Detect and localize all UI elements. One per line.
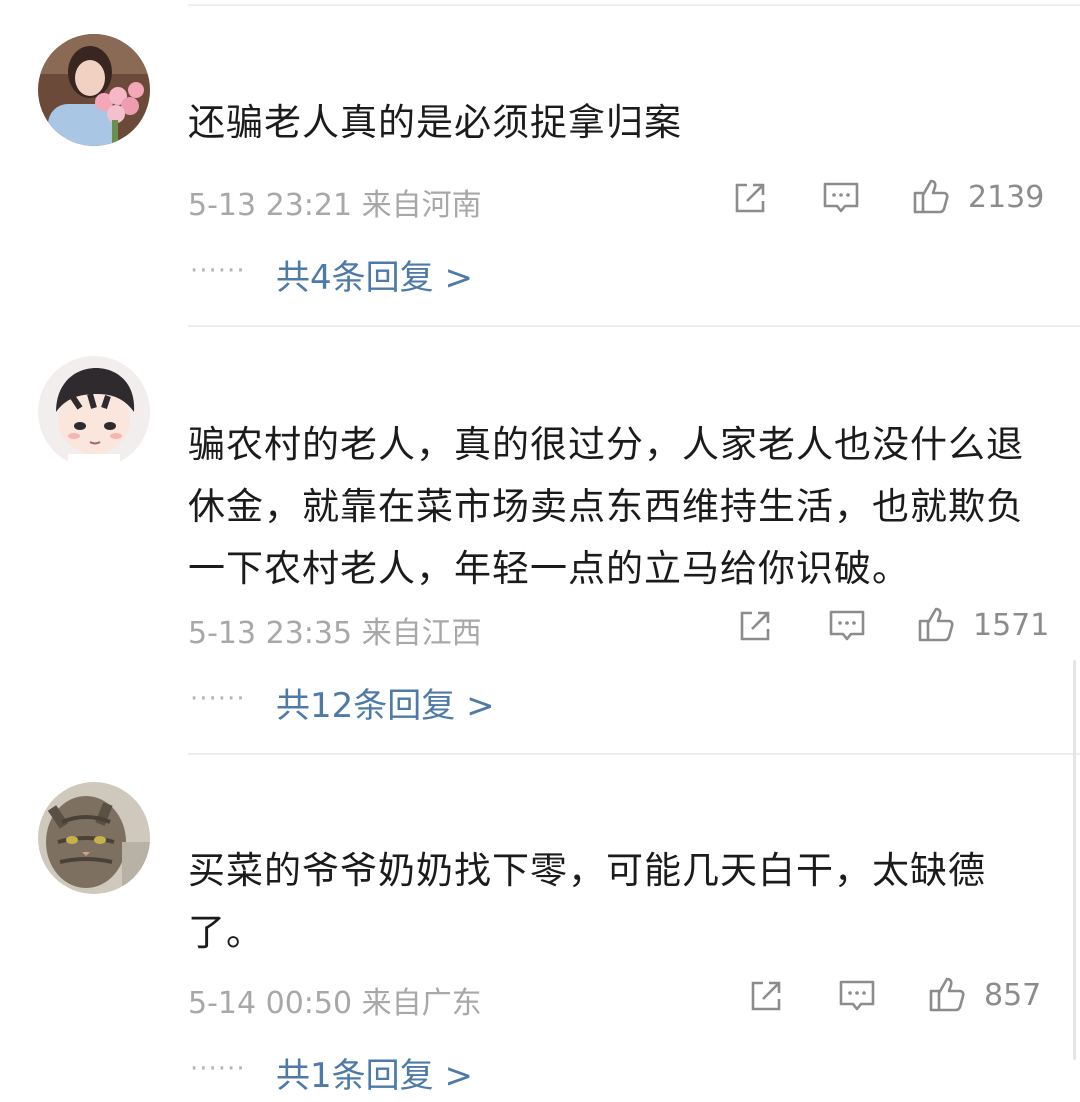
user-avatar[interactable] [38, 34, 150, 146]
comment-item: 骗农村的老人，真的很过分，人家老人也没什么退休金，就靠在菜市场卖点东西维持生活，… [0, 326, 1080, 754]
reply-dots: ······ [190, 256, 246, 286]
thumbs-up-icon[interactable] [916, 604, 956, 644]
reply-dots: ······ [190, 1054, 246, 1084]
comment-icon[interactable] [821, 178, 861, 218]
share-icon[interactable] [746, 976, 786, 1016]
like-count: 857 [984, 978, 1042, 1013]
share-icon[interactable] [735, 606, 775, 646]
user-avatar[interactable] [38, 782, 150, 894]
comment-text: 买菜的爷爷奶奶找下零，可能几天白干，太缺德了。 [188, 849, 986, 954]
comment-icon[interactable] [837, 976, 877, 1016]
comment-time-location: 5-13 23:35 来自江西 [188, 616, 482, 651]
view-replies-link[interactable]: 共4条回复 > [276, 250, 473, 299]
thumbs-up-icon[interactable] [911, 176, 951, 216]
view-replies-link[interactable]: 共12条回复 > [276, 678, 495, 727]
thumbs-up-icon[interactable] [927, 974, 967, 1014]
reply-dots: ······ [190, 684, 246, 714]
comment-text: 骗农村的老人，真的很过分，人家老人也没什么退休金，就靠在菜市场卖点东西维持生活，… [188, 423, 1024, 590]
view-replies-link[interactable]: 共1条回复 > [276, 1048, 473, 1097]
share-icon[interactable] [730, 178, 770, 218]
user-avatar[interactable] [38, 356, 150, 468]
scrollbar[interactable] [1073, 660, 1076, 1060]
comment-item: 买菜的爷爷奶奶找下零，可能几天白干，太缺德了。 5-14 00:50 来自广东 … [0, 754, 1080, 1102]
like-count: 2139 [968, 180, 1045, 215]
comment-item: 还骗老人真的是必须捉拿归案 5-13 23:21 来自河南 2139 ·····… [0, 0, 1080, 326]
comment-time-location: 5-13 23:21 来自河南 [188, 188, 482, 223]
comment-text: 还骗老人真的是必须捉拿归案 [188, 101, 682, 144]
like-count: 1571 [973, 608, 1050, 643]
comment-time-location: 5-14 00:50 来自广东 [188, 986, 482, 1021]
comment-icon[interactable] [827, 606, 867, 646]
